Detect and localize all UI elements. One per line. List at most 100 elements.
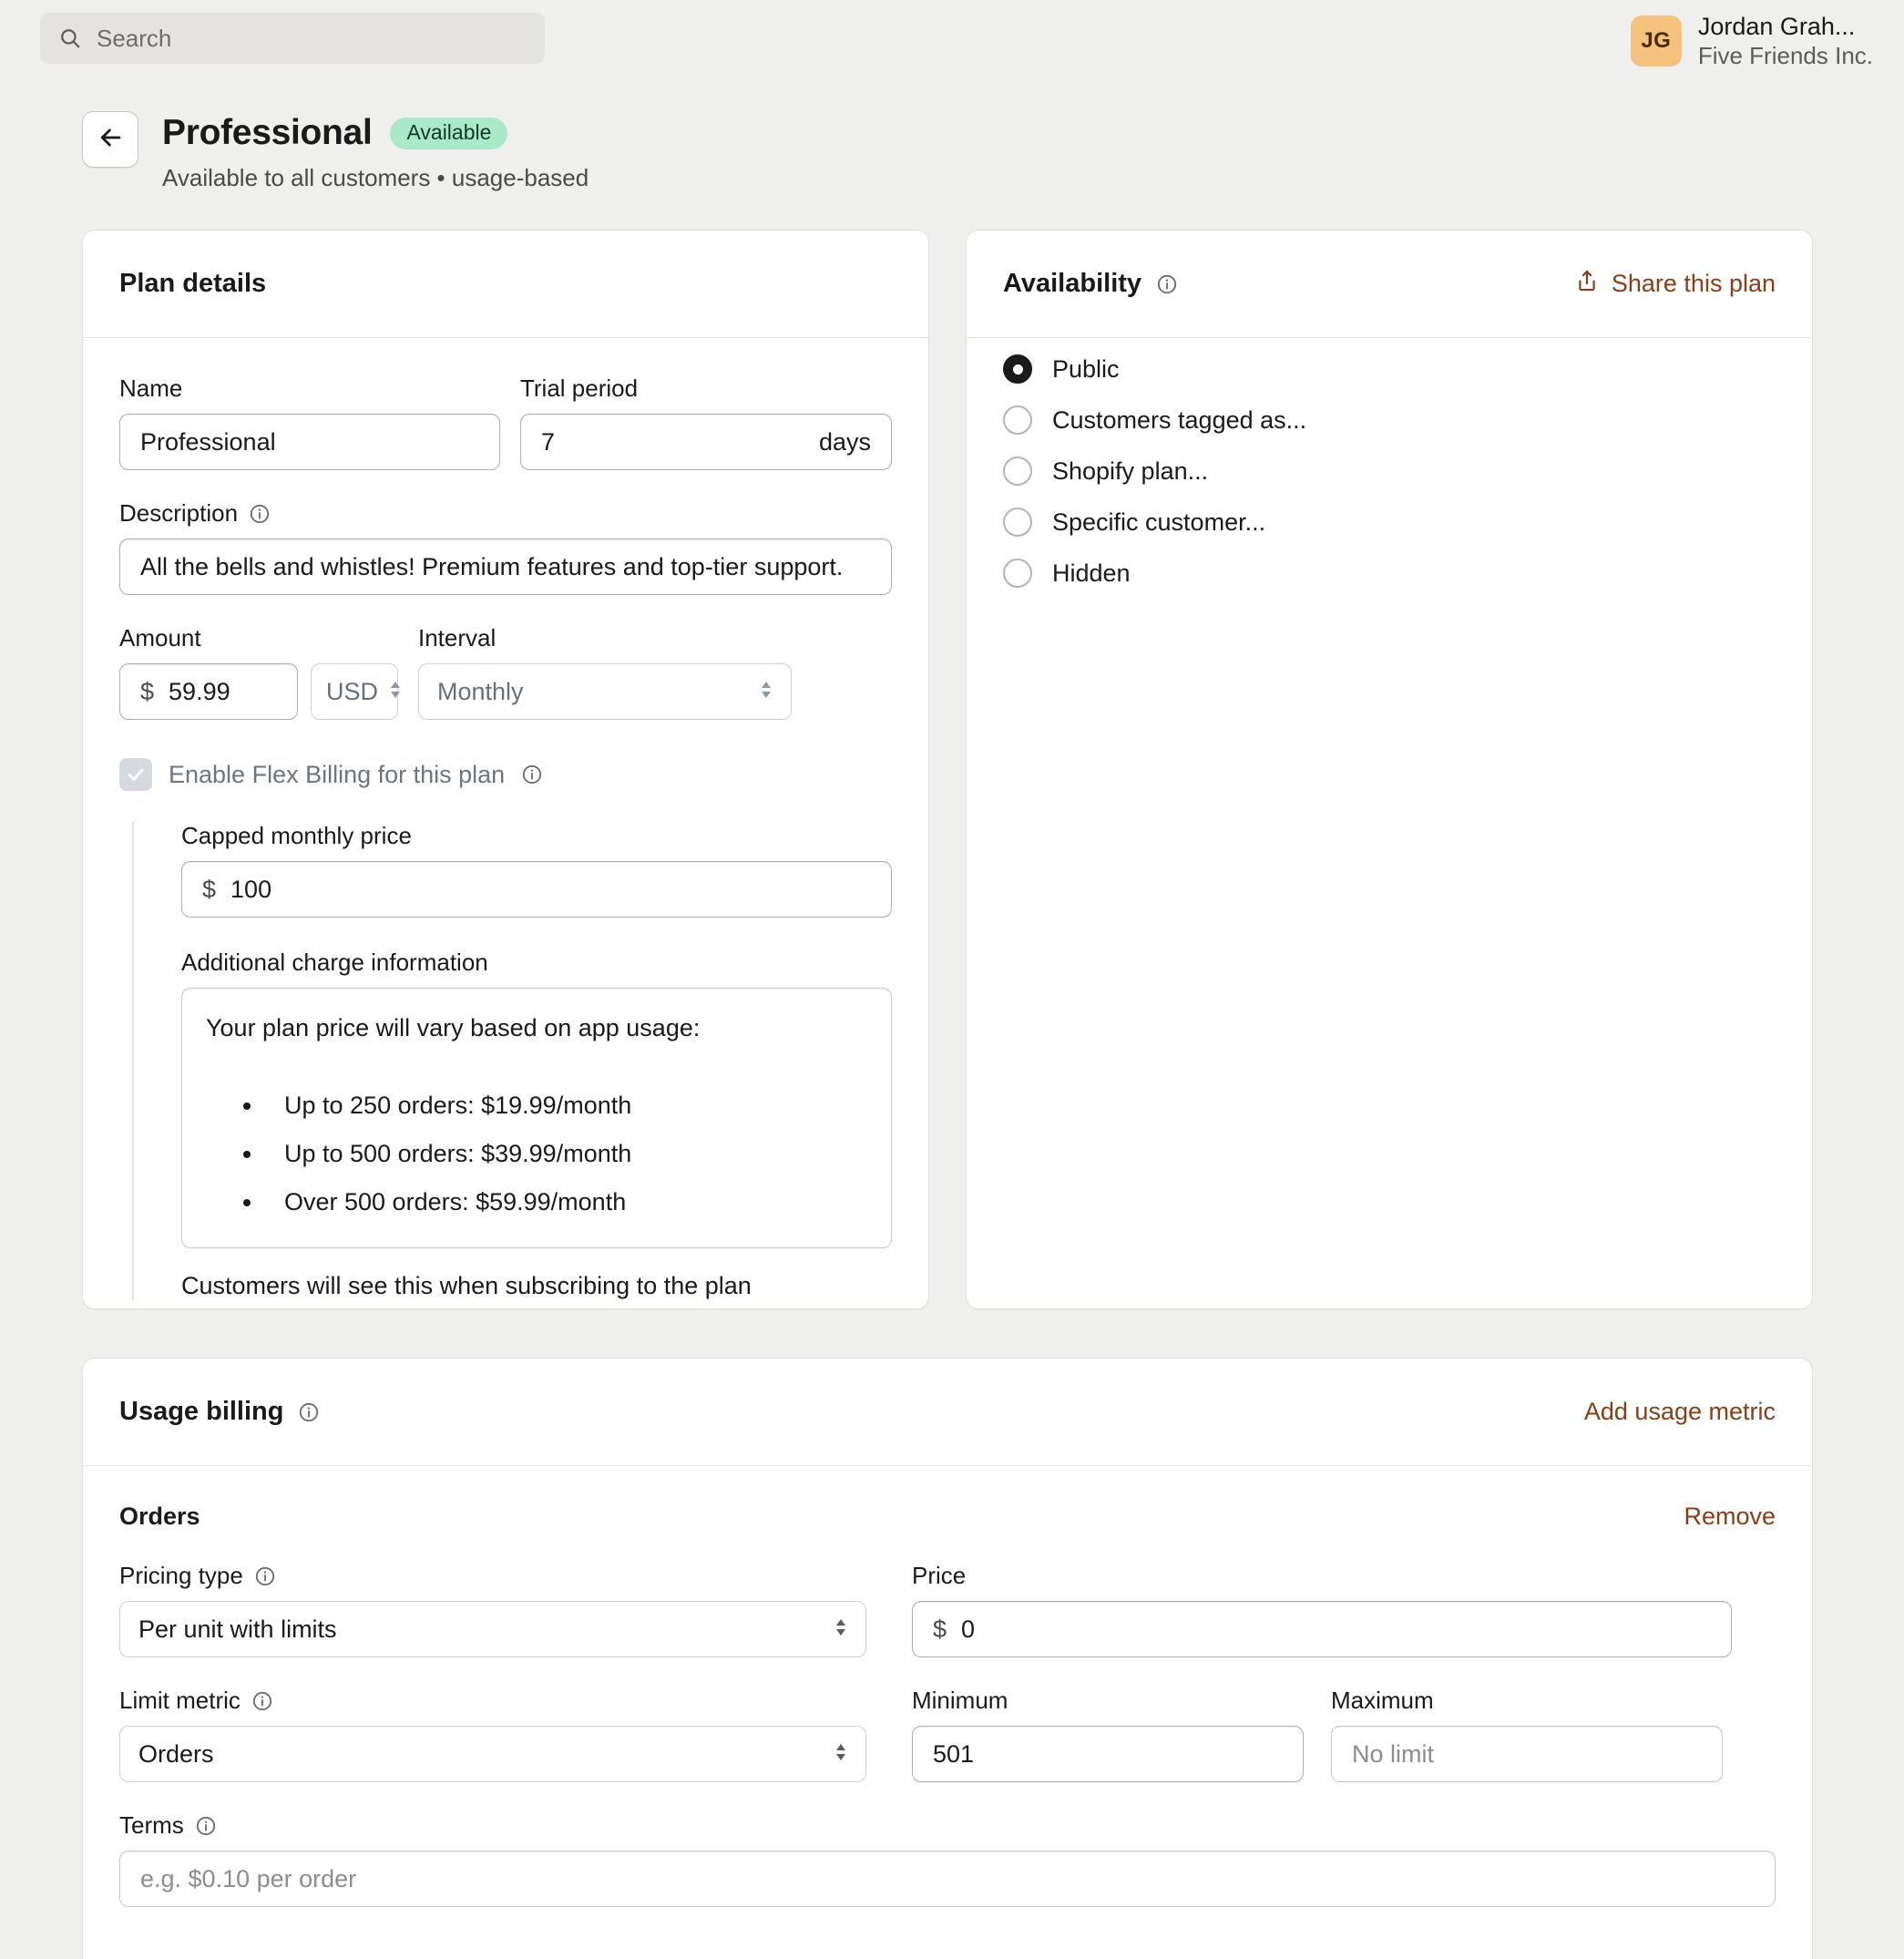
info-icon[interactable]	[195, 1815, 217, 1837]
capped-price-input[interactable]: $ 100	[181, 861, 892, 918]
flex-billing-checkbox[interactable]: Enable Flex Billing for this plan	[119, 758, 892, 791]
trial-period-input[interactable]: 7 days	[519, 414, 892, 470]
info-icon[interactable]	[249, 503, 271, 525]
user-identity: Jordan Grah... Five Friends Inc.	[1698, 13, 1873, 70]
plan-details-header: Plan details	[83, 231, 928, 338]
interval-field-group: Interval Monthly	[418, 624, 792, 720]
availability-option-customers-tagged[interactable]: Customers tagged as...	[1003, 395, 1776, 446]
availability-option-specific-customer[interactable]: Specific customer...	[1003, 497, 1776, 548]
limit-metric-select[interactable]: Orders	[119, 1726, 866, 1782]
capped-price-field-group: Capped monthly price $ 100	[181, 822, 892, 918]
user-menu[interactable]: JG Jordan Grah... Five Friends Inc.	[1630, 13, 1873, 70]
minimum-input[interactable]: 501	[912, 1726, 1304, 1782]
info-icon[interactable]	[521, 764, 543, 785]
share-plan-button[interactable]: Share this plan	[1575, 269, 1776, 299]
back-button[interactable]	[82, 111, 138, 168]
terms-field-group: Terms e.g. $0.10 per order	[119, 1811, 1776, 1907]
pricing-type-select[interactable]: Per unit with limits	[119, 1601, 866, 1657]
list-item: Over 500 orders: $59.99/month	[264, 1188, 867, 1216]
availability-option-public[interactable]: Public	[1003, 344, 1776, 395]
radio-icon	[1003, 405, 1032, 435]
chevron-updown-icon	[745, 678, 773, 706]
amount-field-group: Amount $ 59.99 USD	[119, 624, 401, 720]
search-bar[interactable]	[40, 13, 545, 64]
search-icon	[58, 26, 82, 50]
currency-symbol: $	[202, 875, 217, 903]
charge-info-field-group: Additional charge information Your plan …	[181, 949, 892, 1300]
flex-billing-settings: Capped monthly price $ 100 Additional ch…	[132, 822, 892, 1300]
top-bar: JG Jordan Grah... Five Friends Inc.	[0, 0, 1904, 84]
amount-value: 59.99	[169, 677, 230, 705]
user-organization: Five Friends Inc.	[1697, 41, 1873, 69]
limit-metric-value: Orders	[138, 1739, 214, 1768]
radio-icon	[1003, 559, 1032, 588]
description-label: Description	[119, 499, 892, 528]
info-icon[interactable]	[254, 1565, 276, 1587]
availability-option-hidden[interactable]: Hidden	[1003, 548, 1776, 599]
charge-info-label: Additional charge information	[181, 949, 488, 976]
pricing-type-field-group: Pricing type Per unit with limits	[119, 1562, 866, 1657]
amount-label: Amount	[119, 624, 201, 651]
usage-metric-name: Orders	[119, 1503, 200, 1530]
radio-selected-icon	[1003, 354, 1032, 384]
trial-period-label: Trial period	[519, 374, 639, 402]
user-name: Jordan Grah...	[1697, 13, 1856, 40]
terms-label: Terms	[119, 1811, 1776, 1840]
page-title: Professional	[162, 113, 373, 152]
maximum-placeholder: No limit	[1352, 1739, 1435, 1768]
checkbox-checked-icon	[119, 758, 152, 791]
availability-card: Availability Share this plan Public Cust…	[966, 230, 1813, 1309]
usage-billing-card: Usage billing Add usage metric Orders Re…	[82, 1358, 1813, 1959]
flex-billing-label: Enable Flex Billing for this plan	[169, 760, 506, 788]
maximum-input[interactable]: No limit	[1331, 1726, 1723, 1782]
avatar: JG	[1630, 15, 1682, 67]
maximum-label: Maximum	[1331, 1687, 1434, 1714]
terms-placeholder: e.g. $0.10 per order	[140, 1864, 357, 1892]
name-input[interactable]: Professional	[119, 414, 500, 470]
remove-metric-button[interactable]: Remove	[1684, 1503, 1776, 1531]
chevron-updown-icon	[820, 1740, 847, 1769]
info-icon[interactable]	[251, 1690, 273, 1712]
currency-value: USD	[326, 677, 379, 705]
terms-input[interactable]: e.g. $0.10 per order	[119, 1851, 1776, 1907]
usage-metric-body: Orders Remove Pricing type Per unit with…	[83, 1466, 1812, 1944]
charge-info-helper-text: Customers will see this when subscribing…	[181, 1272, 752, 1299]
amount-interval-row: Amount $ 59.99 USD Interval Monthly	[119, 624, 892, 720]
usage-billing-title: Usage billing	[119, 1397, 284, 1426]
price-field-group: Price $ 0	[912, 1562, 1732, 1657]
interval-label: Interval	[418, 624, 496, 651]
list-item: Up to 250 orders: $19.99/month	[264, 1092, 867, 1120]
charge-info-intro: Your plan price will vary based on app u…	[206, 1014, 701, 1041]
description-value: All the bells and whistles! Premium feat…	[140, 552, 844, 580]
plan-details-title: Plan details	[119, 269, 267, 298]
availability-option-label: Customers tagged as...	[1052, 405, 1307, 434]
price-input[interactable]: $ 0	[912, 1601, 1732, 1657]
trial-field-group: Trial period 7 days	[519, 374, 892, 470]
currency-select[interactable]: USD	[311, 663, 401, 720]
trial-period-value: 7	[540, 427, 555, 456]
pricing-price-row: Pricing type Per unit with limits Price …	[119, 1562, 1776, 1657]
radio-icon	[1003, 508, 1032, 537]
description-field-group: Description All the bells and whistles! …	[119, 499, 892, 595]
charge-info-textarea[interactable]: Your plan price will vary based on app u…	[181, 988, 892, 1248]
plan-details-body: Name Professional Trial period 7 days De…	[83, 338, 928, 1337]
info-icon[interactable]	[298, 1401, 320, 1423]
description-input[interactable]: All the bells and whistles! Premium feat…	[119, 538, 892, 595]
price-label: Price	[912, 1562, 967, 1589]
name-trial-row: Name Professional Trial period 7 days	[119, 374, 892, 470]
amount-input[interactable]: $ 59.99	[119, 663, 298, 720]
currency-symbol: $	[933, 1615, 947, 1643]
pricing-type-label: Pricing type	[119, 1562, 866, 1590]
availability-header: Availability Share this plan	[967, 231, 1812, 338]
interval-select[interactable]: Monthly	[418, 663, 792, 720]
add-usage-metric-button[interactable]: Add usage metric	[1584, 1398, 1776, 1426]
availability-option-label: Shopify plan...	[1052, 456, 1209, 485]
interval-value: Monthly	[437, 677, 524, 705]
availability-option-shopify-plan[interactable]: Shopify plan...	[1003, 446, 1776, 497]
list-item: Up to 500 orders: $39.99/month	[264, 1140, 867, 1168]
capped-price-value: 100	[230, 875, 272, 903]
info-icon[interactable]	[1156, 273, 1178, 295]
search-input[interactable]	[97, 24, 527, 53]
availability-options: Public Customers tagged as... Shopify pl…	[967, 338, 1812, 635]
share-icon	[1575, 269, 1599, 299]
